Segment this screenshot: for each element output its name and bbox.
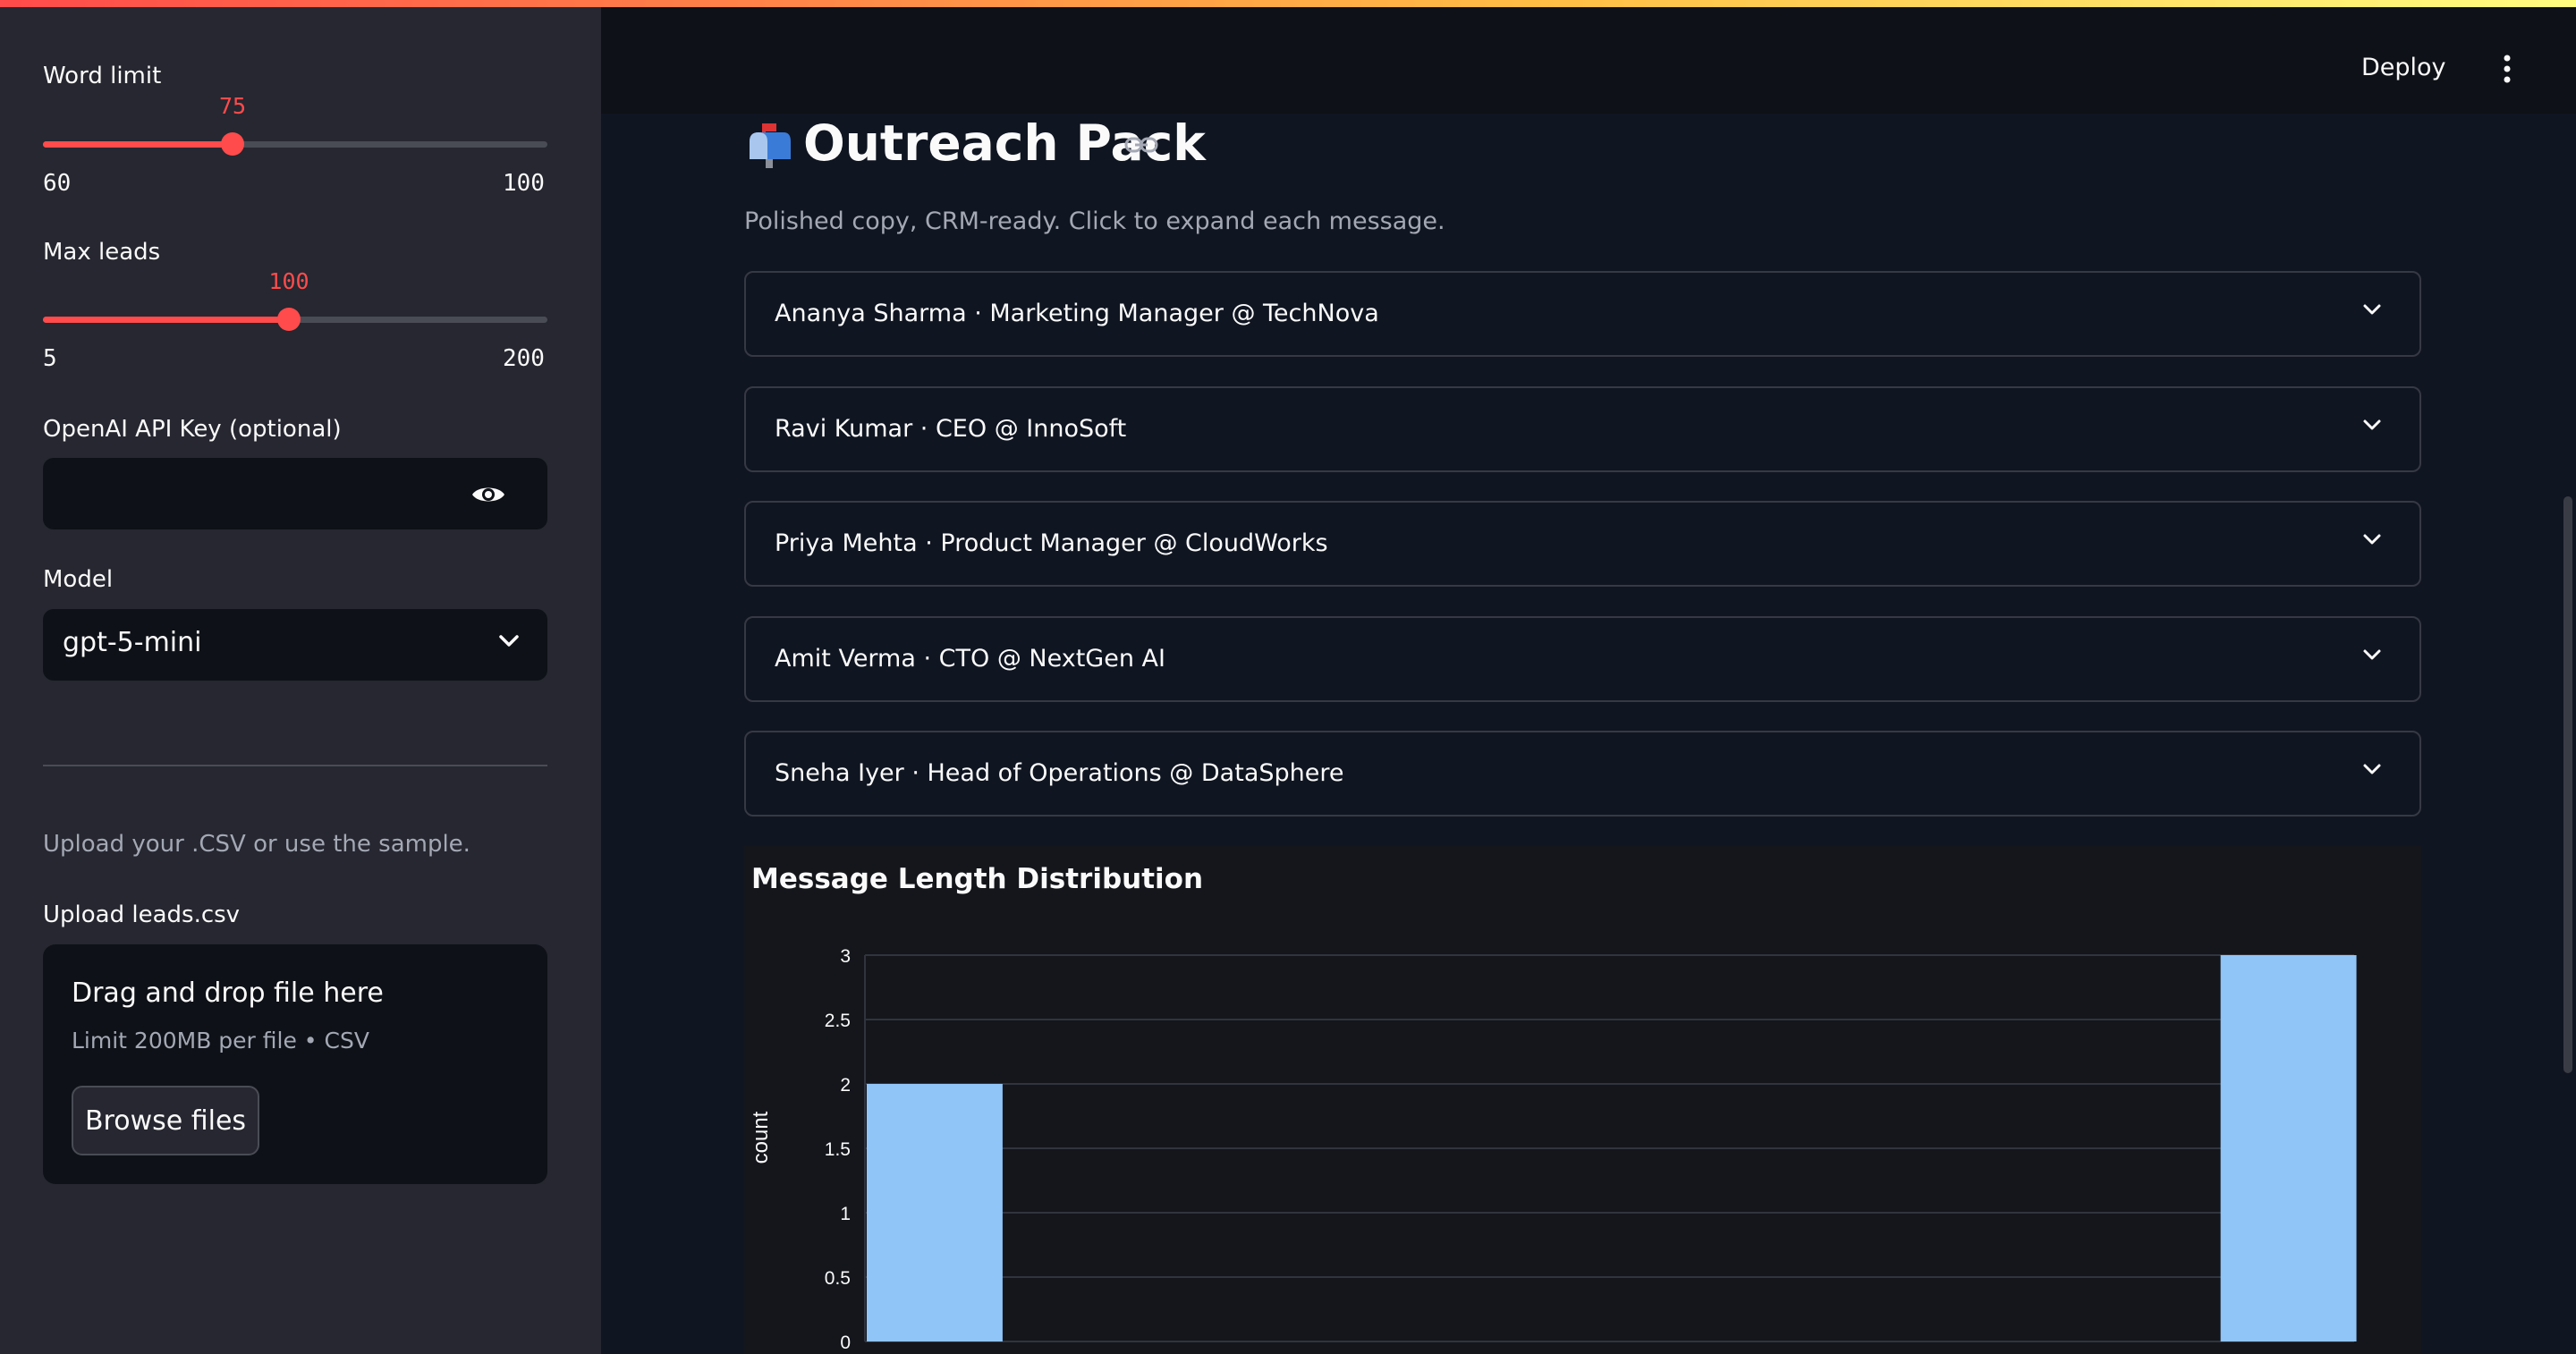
expander-label: Amit Verma · CTO @ NextGen AI xyxy=(775,645,1165,673)
histogram-bar xyxy=(2220,955,2357,1341)
y-tick-label: 2 xyxy=(840,1075,851,1096)
y-axis-label: count xyxy=(749,1111,773,1164)
expander-label: Ravi Kumar · CEO @ InnoSoft xyxy=(775,415,1127,443)
model-label: Model xyxy=(43,566,114,593)
slider-fill xyxy=(43,141,233,148)
dropzone-title: Drag and drop file here xyxy=(72,977,384,1009)
chevron-down-icon xyxy=(2361,533,2383,551)
chevron-down-icon xyxy=(2361,763,2383,781)
expander-label: Priya Mehta · Product Manager @ CloudWor… xyxy=(775,529,1328,557)
expander-label: Sneha Iyer · Head of Operations @ DataSp… xyxy=(775,759,1344,787)
slider-value: 75 xyxy=(218,93,247,119)
browse-files-button[interactable]: Browse files xyxy=(72,1086,259,1155)
slider-thumb[interactable] xyxy=(221,132,244,156)
slider-value: 100 xyxy=(268,268,309,294)
dropzone-limit: Limit 200MB per file • CSV xyxy=(72,1028,369,1054)
slider-thumb[interactable] xyxy=(277,308,301,331)
slider-min-label: 5 xyxy=(43,345,57,372)
page-subtitle: Polished copy, CRM-ready. Click to expan… xyxy=(744,207,1445,235)
upload-caption: Upload your .CSV or use the sample. xyxy=(43,831,470,858)
api-key-label: OpenAI API Key (optional) xyxy=(43,416,342,443)
mailbox-icon xyxy=(744,120,794,173)
model-select-value: gpt-5-mini xyxy=(63,627,202,658)
chevron-down-icon xyxy=(2361,419,2383,436)
message-expander[interactable]: Sneha Iyer · Head of Operations @ DataSp… xyxy=(744,731,2421,817)
more-options-icon[interactable] xyxy=(2501,54,2513,88)
upload-label: Upload leads.csv xyxy=(43,901,241,928)
max-leads-label: Max leads xyxy=(43,239,161,266)
y-tick-label: 2.5 xyxy=(825,1011,851,1031)
eye-icon[interactable] xyxy=(470,483,506,510)
y-tick-label: 0 xyxy=(840,1333,851,1353)
slider-min-label: 60 xyxy=(43,170,72,197)
histogram-bar xyxy=(867,1084,1003,1341)
chevron-down-icon xyxy=(2361,648,2383,666)
message-expander[interactable]: Amit Verma · CTO @ NextGen AI xyxy=(744,616,2421,702)
app-header xyxy=(601,0,2576,114)
chevron-down-icon xyxy=(2361,303,2383,321)
expander-label: Ananya Sharma · Marketing Manager @ Tech… xyxy=(775,300,1379,327)
message-expander[interactable]: Ravi Kumar · CEO @ InnoSoft xyxy=(744,386,2421,472)
slider-max-label: 200 xyxy=(503,345,545,372)
y-tick-label: 0.5 xyxy=(825,1268,851,1289)
message-expander[interactable]: Ananya Sharma · Marketing Manager @ Tech… xyxy=(744,271,2421,357)
message-expander[interactable]: Priya Mehta · Product Manager @ CloudWor… xyxy=(744,501,2421,587)
word-limit-label: Word limit xyxy=(43,63,162,89)
deploy-button[interactable]: Deploy xyxy=(2361,54,2446,81)
y-tick-label: 1 xyxy=(840,1204,851,1224)
slider-max-label: 100 xyxy=(503,170,545,197)
sidebar-divider xyxy=(43,765,547,766)
message-length-chart: 0 0.5 1 1.5 2 2.5 3 count xyxy=(749,946,2357,1353)
link-icon[interactable] xyxy=(1123,134,1159,159)
scrollbar[interactable] xyxy=(2563,496,2572,1073)
y-tick-label: 1.5 xyxy=(825,1139,851,1160)
slider-fill xyxy=(43,317,289,323)
top-decoration-bar xyxy=(0,0,2576,7)
chevron-down-icon xyxy=(497,633,521,653)
chart-title: Message Length Distribution xyxy=(751,863,1204,895)
y-tick-label: 3 xyxy=(840,946,851,967)
